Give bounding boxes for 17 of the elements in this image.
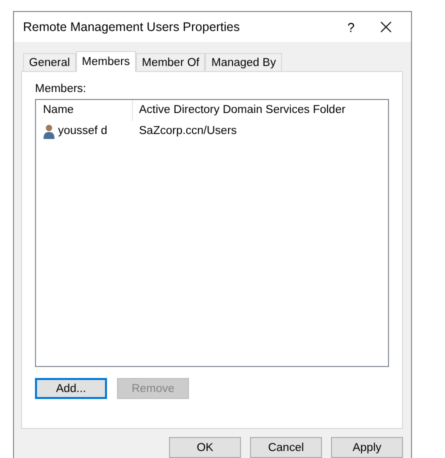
member-name[interactable]: youssef d [58,125,108,137]
tab[interactable]: Members [76,51,136,72]
dialog-button[interactable]: Apply [331,437,403,458]
column-header[interactable]: Name [36,100,132,121]
dialog-button[interactable]: OK [169,437,241,458]
column-header[interactable]: Active Directory Domain Services Folder [132,100,388,121]
window-title: Remote Management Users Properties [23,20,241,34]
member-folder[interactable]: SaZcorp.ccn/Users [132,125,237,137]
tab[interactable]: Member Of [136,53,206,71]
tab[interactable]: Managed By [205,53,282,71]
dialog-button[interactable]: Cancel [250,437,322,458]
help-button[interactable]: ? [336,20,366,34]
members-label: Members: [35,83,88,95]
list-button[interactable]: Add... [35,378,107,399]
tab[interactable]: General [23,53,76,71]
close-icon[interactable] [380,21,392,33]
user-icon [43,124,55,138]
